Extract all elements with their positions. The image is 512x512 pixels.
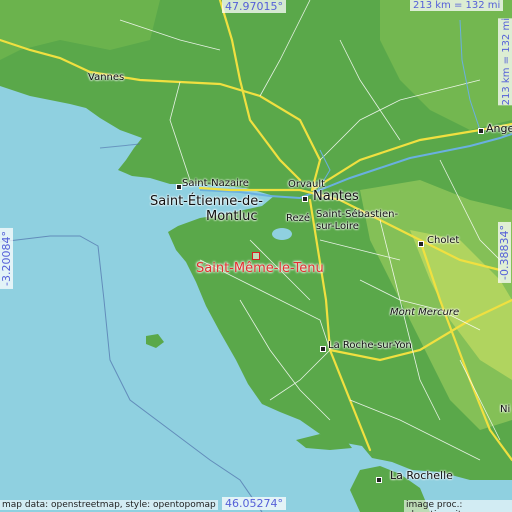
coord-east: -0.38834°: [498, 222, 511, 283]
city-marker-cholet: [418, 241, 424, 247]
island-noirmoutier: [172, 229, 184, 235]
island-yeu: [146, 334, 164, 348]
city-label-saint-etienne: Saint-Étienne-de-: [150, 194, 263, 209]
city-label-mont-mercure: Mont Mercure: [390, 307, 460, 318]
attribution-right: image proc.: elevation.city: [404, 500, 512, 512]
city-label-montluc: Montluc: [206, 209, 258, 224]
map[interactable]: Vannes Saint-Nazaire Saint-Étienne-de- M…: [0, 0, 512, 512]
attribution-left: map data: openstreetmap, style: opentopo…: [0, 500, 218, 510]
coord-north: 47.97015°: [222, 0, 286, 13]
city-label-sur-loire: sur-Loire: [316, 221, 359, 232]
scale-horizontal: 213 km = 132 mi: [410, 0, 504, 11]
city-label-vannes: Vannes: [88, 72, 125, 83]
scale-vertical: 213 km = 132 mi: [498, 18, 512, 106]
place-marker[interactable]: [252, 252, 260, 260]
city-label-saint-nazaire: Saint-Nazaire: [182, 178, 249, 189]
city-label-nantes: Nantes: [313, 189, 359, 204]
maritime-border-2: [99, 143, 141, 149]
coord-west: -3.20084°: [0, 228, 13, 289]
city-label-saint-sebastien: Saint-Sébastien-: [316, 209, 399, 220]
lake-grand-lieu: [272, 228, 292, 240]
city-label-angers: Ange: [486, 122, 512, 135]
city-label-la-rochelle: La Rochelle: [390, 469, 453, 482]
city-marker-la-rochelle: [376, 477, 382, 483]
city-marker-la-roche: [320, 346, 326, 352]
city-label-cholet: Cholet: [427, 235, 460, 246]
city-label-niort: Ni: [500, 404, 511, 415]
place-label: Saint-Même-le-Tenu: [196, 261, 324, 276]
city-marker-angers: [478, 128, 484, 134]
city-label-reze: Rezé: [286, 213, 311, 224]
city-marker-nantes: [302, 196, 308, 202]
coord-south: 46.05274°: [222, 497, 286, 510]
city-label-la-roche: La Roche-sur-Yon: [328, 340, 412, 351]
